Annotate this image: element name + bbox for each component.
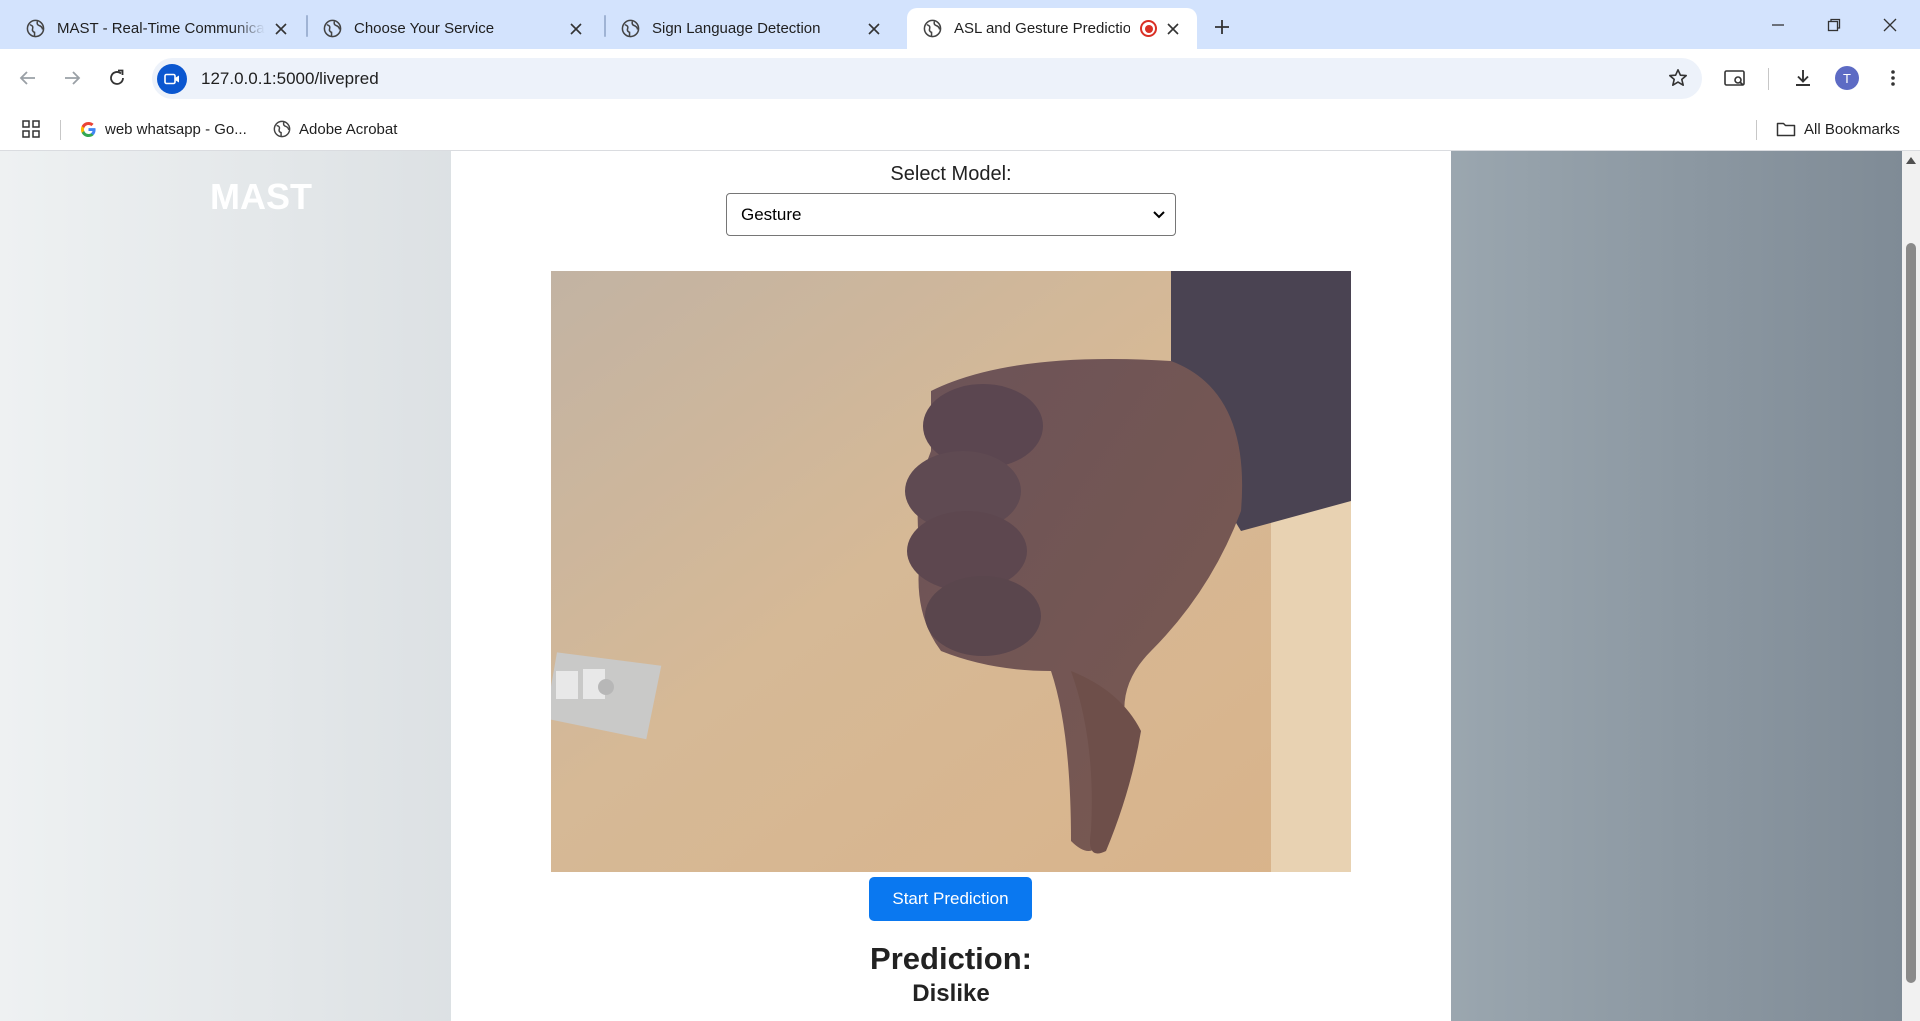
scrollbar-thumb[interactable] — [1906, 243, 1916, 983]
arrow-right-icon — [65, 71, 81, 85]
restore-button[interactable] — [1806, 0, 1862, 49]
minimize-icon — [1772, 23, 1784, 26]
apps-button[interactable] — [22, 117, 40, 141]
tab-title: MAST - Real-Time Communicat — [57, 20, 265, 37]
close-window-button[interactable] — [1862, 0, 1918, 49]
tab-strip: MAST - Real-Time Communicat Choose Your … — [0, 0, 1920, 49]
globe-icon — [273, 120, 291, 138]
scroll-up-arrow-icon[interactable] — [1906, 157, 1916, 164]
url-text[interactable]: 127.0.0.1:5000/livepred — [201, 69, 379, 89]
browser-toolbar: 127.0.0.1:5000/livepred — [0, 49, 1920, 108]
all-bookmarks-button[interactable]: All Bookmarks — [1776, 117, 1900, 141]
tab-choose-service[interactable]: Choose Your Service — [297, 8, 600, 49]
all-bookmarks-label: All Bookmarks — [1804, 120, 1900, 138]
tab-title: Choose Your Service — [354, 20, 495, 37]
prediction-heading: Prediction: — [870, 941, 1032, 976]
more-vert-icon — [1891, 70, 1895, 86]
tab-mast[interactable]: MAST - Real-Time Communicat — [0, 8, 305, 49]
start-prediction-button[interactable]: Start Prediction — [869, 877, 1032, 921]
bookmark-label: web whatsapp - Go... — [105, 120, 247, 138]
toolbar-divider — [1768, 68, 1769, 90]
tab-search-icon — [1724, 70, 1745, 86]
folder-icon — [1776, 121, 1796, 137]
recording-icon — [1140, 20, 1157, 37]
bookmarks-divider — [1756, 120, 1757, 140]
webcam-feed — [551, 271, 1351, 872]
cast-search-button[interactable] — [1720, 63, 1750, 93]
plus-icon — [1215, 20, 1229, 34]
google-icon — [80, 121, 97, 138]
globe-icon — [621, 19, 640, 38]
forward-button[interactable] — [57, 63, 87, 93]
menu-button[interactable] — [1878, 63, 1908, 93]
downloads-button[interactable] — [1788, 63, 1818, 93]
close-icon — [1883, 18, 1897, 31]
tab-sign-language[interactable]: Sign Language Detection — [595, 8, 898, 49]
close-tab-icon[interactable] — [566, 19, 586, 39]
globe-icon — [323, 19, 342, 38]
tab-asl-gesture[interactable]: ASL and Gesture Prediction — [907, 8, 1197, 49]
bookmark-web-whatsapp[interactable]: web whatsapp - Go... — [80, 117, 247, 141]
new-tab-button[interactable] — [1207, 12, 1237, 42]
tab-title: Sign Language Detection — [652, 20, 821, 37]
close-tab-icon[interactable] — [864, 19, 884, 39]
reload-button[interactable] — [102, 63, 132, 93]
model-select[interactable]: Gesture — [726, 193, 1176, 236]
download-icon — [1796, 70, 1810, 86]
tab-title: ASL and Gesture Prediction — [954, 20, 1130, 37]
page-viewport: MAST Select Model: Gesture Start Predict… — [0, 151, 1902, 1021]
address-bar[interactable]: 127.0.0.1:5000/livepred — [152, 58, 1702, 99]
prediction-panel: Select Model: Gesture Start Prediction P… — [451, 151, 1451, 1021]
webcam-frame-image — [551, 271, 1351, 872]
camera-active-icon[interactable] — [157, 63, 187, 94]
bookmarks-divider — [60, 120, 61, 140]
bookmark-adobe-acrobat[interactable]: Adobe Acrobat — [273, 117, 397, 141]
bookmark-label: Adobe Acrobat — [299, 120, 398, 138]
page-scrollbar[interactable] — [1902, 151, 1920, 1021]
brand-logo: MAST — [210, 176, 312, 217]
arrow-left-icon — [19, 71, 35, 85]
profile-avatar[interactable]: T — [1835, 66, 1859, 90]
minimize-button[interactable] — [1750, 0, 1806, 49]
close-tab-icon[interactable] — [1163, 19, 1183, 39]
bookmarks-bar: web whatsapp - Go... Adobe Acrobat All B… — [0, 108, 1920, 151]
model-select-value: Gesture — [741, 204, 802, 224]
back-button[interactable] — [13, 63, 43, 93]
prediction-result: Dislike — [912, 980, 990, 1007]
close-tab-icon[interactable] — [271, 19, 291, 39]
select-model-label: Select Model: — [890, 163, 1012, 185]
restore-icon — [1827, 18, 1841, 31]
globe-icon — [26, 19, 45, 38]
globe-icon — [923, 19, 942, 38]
apps-grid-icon — [22, 120, 40, 138]
bookmark-star-icon[interactable] — [1668, 68, 1688, 88]
reload-icon — [110, 69, 124, 85]
chevron-down-icon — [1153, 210, 1165, 218]
